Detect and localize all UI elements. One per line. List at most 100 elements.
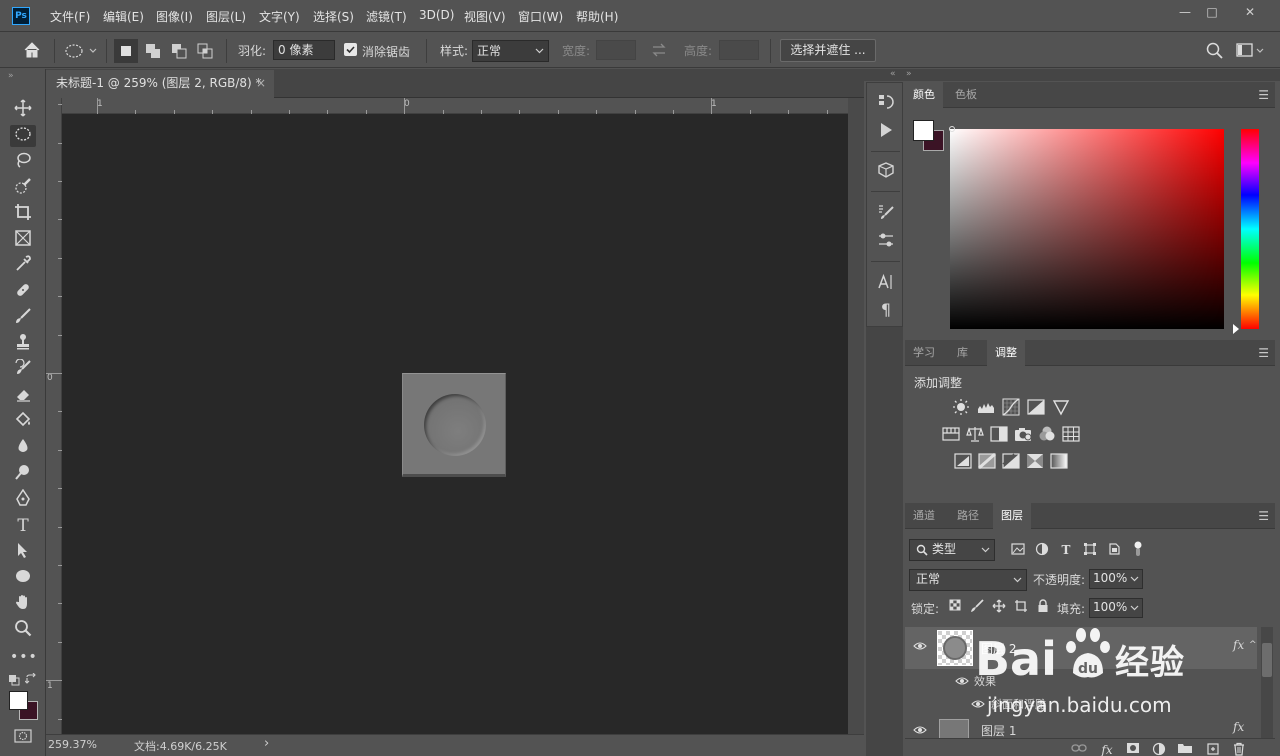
photo-filter-icon[interactable]: [1014, 425, 1032, 443]
menu-type[interactable]: 文字(Y): [259, 8, 300, 25]
opacity-input[interactable]: 100%: [1089, 569, 1143, 589]
visibility-eye-icon[interactable]: [913, 724, 927, 738]
menu-file[interactable]: 文件(F): [50, 8, 90, 25]
layers-scroll-thumb[interactable]: [1262, 643, 1272, 677]
visibility-eye-icon[interactable]: [955, 675, 969, 689]
hue-slider-marker[interactable]: [1233, 324, 1239, 334]
fill-input[interactable]: 100%: [1089, 598, 1143, 618]
panel-menu-icon[interactable]: ☰: [1258, 509, 1269, 523]
healing-brush-tool-icon[interactable]: [10, 281, 36, 303]
new-layer-icon[interactable]: [1205, 742, 1221, 756]
panel-menu-icon[interactable]: ☰: [1258, 346, 1269, 360]
pen-tool-icon[interactable]: [10, 488, 36, 511]
intersect-selection-icon[interactable]: [193, 39, 217, 63]
lock-pixels-icon[interactable]: [969, 599, 985, 615]
collapse-toolbar-icon[interactable]: »: [8, 71, 14, 81]
tab-layers[interactable]: 图层: [993, 503, 1031, 529]
close-window-button[interactable]: ✕: [1234, 3, 1266, 21]
quick-selection-tool-icon[interactable]: [10, 177, 36, 199]
layer-row[interactable]: 图层 2 fx ^: [905, 627, 1257, 669]
expand-dock-icon[interactable]: »: [906, 69, 912, 79]
subtract-from-selection-icon[interactable]: [167, 39, 191, 63]
menu-window[interactable]: 窗口(W): [518, 8, 563, 25]
status-menu-arrow[interactable]: ›: [264, 736, 269, 751]
layer-effects-row[interactable]: 效果: [905, 670, 1257, 692]
filter-shape-icon[interactable]: [1082, 542, 1098, 558]
tab-paths[interactable]: 路径: [949, 503, 987, 529]
layer-filter-select[interactable]: 类型: [909, 539, 995, 561]
layer-fx-badge[interactable]: fx: [1233, 720, 1244, 734]
delete-layer-icon[interactable]: [1231, 742, 1247, 756]
ellipse-tool-icon[interactable]: [10, 567, 36, 589]
hue-slider[interactable]: [1241, 129, 1259, 329]
new-selection-icon[interactable]: [114, 39, 138, 63]
filter-type-icon[interactable]: T: [1058, 542, 1074, 558]
zoom-level[interactable]: 259.37%: [48, 738, 97, 751]
move-tool-icon[interactable]: [10, 99, 36, 121]
layer-name[interactable]: 图层 2: [981, 640, 1016, 657]
color-picker-field[interactable]: [950, 129, 1224, 329]
invert-icon[interactable]: [954, 452, 972, 470]
select-and-mask-button[interactable]: 选择并遮住 ...: [780, 39, 876, 62]
black-white-icon[interactable]: [990, 425, 1008, 443]
brush-tool-icon[interactable]: [10, 307, 36, 329]
foreground-color-swatch[interactable]: [9, 691, 28, 710]
menu-edit[interactable]: 编辑(E): [103, 8, 144, 25]
layer-effect-item[interactable]: 斜面和浮雕: [905, 693, 1257, 715]
antialias-checkbox[interactable]: [344, 43, 357, 56]
exposure-icon[interactable]: [1027, 398, 1045, 416]
menu-select[interactable]: 选择(S): [313, 8, 354, 25]
visibility-eye-icon[interactable]: [971, 698, 985, 712]
width-input[interactable]: [596, 40, 636, 60]
history-panel-icon[interactable]: [875, 93, 897, 115]
elliptical-marquee-preset-icon[interactable]: [64, 42, 98, 60]
layer-fx-badge[interactable]: fx: [1233, 638, 1244, 652]
type-tool-icon[interactable]: T: [10, 515, 36, 537]
menu-view[interactable]: 视图(V): [464, 8, 506, 25]
new-adjustment-layer-icon[interactable]: [1151, 742, 1167, 756]
tab-learn[interactable]: 学习: [905, 340, 943, 366]
curves-icon[interactable]: [1002, 398, 1020, 416]
color-balance-icon[interactable]: [966, 425, 984, 443]
canvas-scrollbar[interactable]: [848, 98, 864, 734]
filter-adjustment-icon[interactable]: [1034, 542, 1050, 558]
adjustments-sliders-icon[interactable]: [875, 231, 897, 253]
hand-tool-icon[interactable]: [10, 593, 36, 615]
3d-panel-icon[interactable]: [875, 161, 897, 183]
workspace-icon[interactable]: [1236, 42, 1266, 60]
lock-position-icon[interactable]: [991, 599, 1007, 615]
paint-bucket-tool-icon[interactable]: [10, 411, 36, 433]
zoom-tool-icon[interactable]: [10, 619, 36, 641]
swap-icon[interactable]: [650, 41, 668, 59]
link-layers-icon[interactable]: [1071, 742, 1087, 756]
brightness-contrast-icon[interactable]: [952, 398, 970, 416]
threshold-icon[interactable]: [1002, 452, 1020, 470]
lock-all-icon[interactable]: [1035, 599, 1051, 615]
history-brush-tool-icon[interactable]: [10, 358, 36, 381]
levels-icon[interactable]: [977, 398, 995, 416]
feather-input[interactable]: 0 像素: [273, 40, 335, 60]
tab-color[interactable]: 颜色: [905, 82, 943, 108]
tab-swatches[interactable]: 色板: [947, 82, 985, 108]
swap-colors-icon[interactable]: [24, 672, 37, 685]
paragraph-panel-icon[interactable]: ¶: [875, 299, 897, 321]
layer-row[interactable]: 图层 1 fx: [905, 716, 1257, 739]
tab-adjustments[interactable]: 调整: [987, 340, 1025, 366]
add-layer-style-icon[interactable]: fx: [1099, 742, 1115, 756]
actions-play-icon[interactable]: [875, 121, 897, 143]
eraser-tool-icon[interactable]: [10, 385, 36, 407]
close-tab-icon[interactable]: ×: [256, 70, 266, 96]
color-lookup-icon[interactable]: [1062, 425, 1080, 443]
document-tab[interactable]: 未标题-1 @ 259% (图层 2, RGB/8) * ×: [46, 70, 274, 98]
character-panel-icon[interactable]: [875, 273, 897, 295]
tab-channels[interactable]: 通道: [905, 503, 943, 529]
add-to-selection-icon[interactable]: [141, 39, 165, 63]
layer-name[interactable]: 图层 1: [981, 722, 1016, 739]
search-icon[interactable]: [1205, 41, 1225, 61]
hue-saturation-icon[interactable]: [942, 425, 960, 443]
menu-help[interactable]: 帮助(H): [576, 8, 618, 25]
posterize-icon[interactable]: [978, 452, 996, 470]
eyedropper-tool-icon[interactable]: [10, 255, 36, 277]
menu-image[interactable]: 图像(I): [156, 8, 193, 25]
brush-settings-icon[interactable]: [875, 203, 897, 225]
